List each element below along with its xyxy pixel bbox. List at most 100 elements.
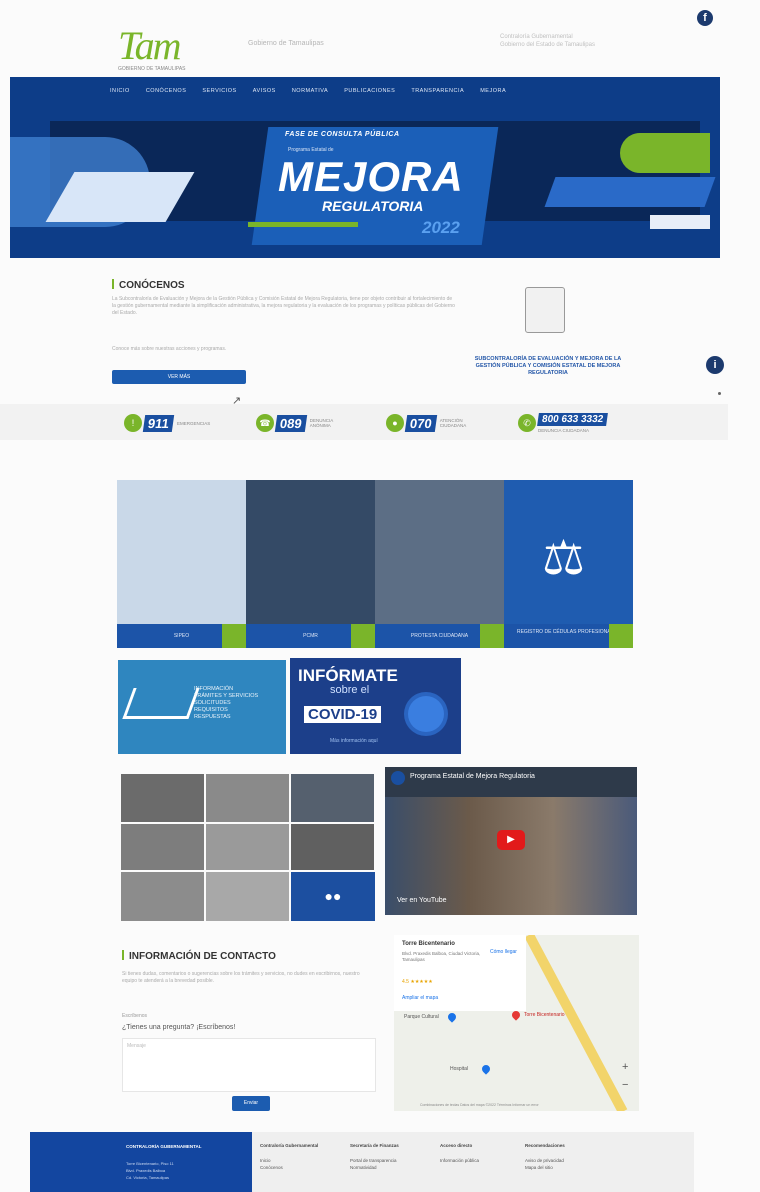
header-tagline: Gobierno de Tamaulipas bbox=[248, 40, 324, 47]
nav-item-conocenos[interactable]: CONÓCENOS bbox=[146, 88, 187, 94]
gallery-photo[interactable] bbox=[206, 774, 289, 822]
emergency-070[interactable]: ● 070 ATENCIÓN CIUDADANA bbox=[386, 412, 476, 434]
nav-item-normativa[interactable]: NORMATIVA bbox=[292, 88, 328, 94]
banner-line1: FASE DE CONSULTA PÚBLICA bbox=[285, 131, 400, 138]
covid-promo[interactable]: INFÓRMATE sobre el COVID-19 Más informac… bbox=[290, 658, 461, 754]
nav-item-servicios[interactable]: SERVICIOS bbox=[202, 88, 236, 94]
emergency-911[interactable]: ! 911 EMERGENCIAS bbox=[124, 412, 213, 434]
nav-item-inicio[interactable]: INICIO bbox=[110, 88, 130, 94]
photo-gallery: ●● bbox=[121, 774, 375, 921]
headset-icon: ✆ bbox=[518, 414, 536, 432]
tile-sipeo[interactable]: SIPEO bbox=[117, 480, 246, 648]
send-button[interactable]: Enviar bbox=[232, 1096, 270, 1111]
contact-label: Escríbenos bbox=[122, 1013, 148, 1019]
phone-icon: ☎ bbox=[256, 414, 274, 432]
covid-heading: INFÓRMATE bbox=[298, 666, 398, 685]
gallery-photo[interactable] bbox=[291, 824, 374, 870]
google-map[interactable]: Torre Bicentenario Blvd. Praxedis Balboa… bbox=[394, 935, 639, 1111]
tile-protesta[interactable]: PROTESTA CIUDADANA bbox=[375, 480, 504, 648]
map-directions-link[interactable]: Cómo llegar bbox=[490, 949, 517, 955]
about-heading: CONÓCENOS bbox=[112, 279, 185, 291]
nav-item-mejora[interactable]: MEJORA bbox=[480, 88, 506, 94]
hero-banner: INICIO CONÓCENOS SERVICIOS AVISOS NORMAT… bbox=[10, 77, 720, 258]
alert-icon: ! bbox=[124, 414, 142, 432]
covid-sobre: sobre el bbox=[330, 684, 370, 696]
video-embed[interactable]: Programa Estatal de Mejora Regulatoria ▶… bbox=[385, 767, 637, 915]
footer-blue-block: CONTRALORÍA GUBERNAMENTAL Torre Bicenten… bbox=[30, 1132, 252, 1192]
banner-shape-right bbox=[620, 133, 710, 173]
tile-pcmr[interactable]: PCMR bbox=[246, 480, 375, 648]
nav-item-transparencia[interactable]: TRANSPARENCIA bbox=[411, 88, 464, 94]
scroll-dot bbox=[718, 392, 721, 395]
footer-link[interactable]: Portal de transparencia bbox=[350, 1157, 399, 1164]
map-attribution: Combinaciones de teclas Datos del mapa ©… bbox=[420, 1103, 539, 1107]
banner-title: MEJORA bbox=[278, 153, 464, 200]
banner-subtitle: REGULATORIA bbox=[322, 198, 424, 214]
gallery-photo[interactable] bbox=[291, 774, 374, 822]
footer-link[interactable]: Normatividad bbox=[350, 1164, 399, 1171]
banner-year: 2022 bbox=[422, 218, 460, 237]
logo-subtitle: GOBIERNO DE TAMAULIPAS bbox=[118, 66, 186, 72]
footer-link[interactable]: Conócenos bbox=[260, 1164, 318, 1171]
map-enlarge-link[interactable]: Ampliar el mapa bbox=[402, 995, 438, 1001]
message-textarea[interactable]: Mensaje bbox=[122, 1038, 376, 1092]
footer-link[interactable]: Información pública bbox=[440, 1157, 479, 1164]
gallery-photo[interactable] bbox=[206, 824, 289, 870]
scales-icon: ⚖ bbox=[542, 532, 586, 585]
contact-question: ¿Tienes una pregunta? ¡Escríbenos! bbox=[122, 1024, 236, 1031]
zoom-in-button[interactable]: + bbox=[622, 1061, 628, 1073]
site-logo[interactable]: Tam GOBIERNO DE TAMAULIPAS bbox=[118, 26, 208, 73]
tile-cedulas[interactable]: ⚖ REGISTRO DE CÉDULAS PROFESIONALES bbox=[504, 480, 633, 648]
state-seal-logo bbox=[525, 287, 565, 333]
play-button-icon[interactable]: ▶ bbox=[497, 830, 525, 850]
covid-label: COVID-19 bbox=[304, 706, 382, 723]
footer-link[interactable]: Inicio bbox=[260, 1157, 318, 1164]
gallery-photo[interactable] bbox=[121, 872, 204, 921]
footer-col-1: Contraloría Gubernamental Inicio Conócen… bbox=[260, 1143, 319, 1171]
tramites-logo-icon bbox=[122, 688, 200, 719]
virus-icon bbox=[408, 696, 444, 732]
main-nav: INICIO CONÓCENOS SERVICIOS AVISOS NORMAT… bbox=[10, 77, 720, 105]
header-right-text: Contraloría Gubernamental Gobierno del E… bbox=[500, 34, 595, 48]
map-pin-icon[interactable] bbox=[446, 1011, 458, 1023]
emergency-089[interactable]: ☎ 089 DENUNCIA ANÓNIMA bbox=[256, 412, 346, 434]
user-icon: ● bbox=[386, 414, 404, 432]
banner-accent-bar bbox=[248, 222, 358, 227]
map-pin-icon[interactable] bbox=[480, 1063, 492, 1075]
tramites-list: INFORMACIÓN TRÁMITES Y SERVICIOS SOLICIT… bbox=[194, 686, 259, 720]
map-info-card: Torre Bicentenario Blvd. Praxedis Balboa… bbox=[394, 935, 526, 1011]
channel-avatar bbox=[391, 771, 405, 785]
footer-col-3: Acceso directo Información pública bbox=[440, 1143, 480, 1164]
map-pin-label: Torre Bicentenario bbox=[524, 1012, 565, 1018]
banner-shape-right2 bbox=[544, 177, 716, 207]
youtube-link[interactable]: Ver en YouTube bbox=[397, 897, 447, 904]
flickr-icon[interactable]: ●● bbox=[291, 872, 375, 921]
service-tiles: SIPEO PCMR PROTESTA CIUDADANA ⚖ REGISTRO… bbox=[117, 480, 633, 648]
contact-heading: INFORMACIÓN DE CONTACTO bbox=[122, 950, 276, 962]
footer-col-2: Secretaría de Finanzas Portal de transpa… bbox=[350, 1143, 399, 1171]
gallery-photo[interactable] bbox=[121, 824, 204, 870]
emergency-strip: ! 911 EMERGENCIAS ☎ 089 DENUNCIA ANÓNIMA… bbox=[0, 404, 728, 440]
footer-link[interactable]: Aviso de privacidad bbox=[525, 1157, 565, 1164]
about-text: La Subcontraloría de Evaluación y Mejora… bbox=[112, 296, 455, 316]
tramites-promo[interactable]: INFORMACIÓN TRÁMITES Y SERVICIOS SOLICIT… bbox=[118, 660, 286, 754]
covid-footer: Más información aquí bbox=[330, 738, 378, 744]
nav-item-publicaciones[interactable]: PUBLICACIONES bbox=[344, 88, 395, 94]
zoom-out-button[interactable]: − bbox=[622, 1079, 628, 1091]
facebook-icon[interactable]: f bbox=[697, 10, 713, 26]
info-icon[interactable]: i bbox=[706, 356, 724, 374]
map-pin-icon[interactable] bbox=[510, 1009, 522, 1021]
ver-mas-button[interactable]: VER MÁS bbox=[112, 370, 246, 384]
logo-text: Tam bbox=[118, 23, 181, 68]
footer-link[interactable]: Mapa del sitio bbox=[525, 1164, 565, 1171]
emergency-800[interactable]: ✆ 800 633 3332 DENUNCIA CIUDADANA bbox=[518, 412, 609, 434]
site-footer: CONTRALORÍA GUBERNAMENTAL Torre Bicenten… bbox=[30, 1132, 694, 1192]
about-text-2: Conoce más sobre nuestras acciones y pro… bbox=[112, 346, 227, 352]
footer-col-4: Recomendaciones Aviso de privacidad Mapa… bbox=[525, 1143, 565, 1171]
gallery-photo[interactable] bbox=[121, 774, 204, 822]
nav-item-avisos[interactable]: AVISOS bbox=[253, 88, 276, 94]
video-title: Programa Estatal de Mejora Regulatoria bbox=[410, 773, 535, 780]
map-road bbox=[524, 935, 628, 1111]
gallery-photo[interactable] bbox=[206, 872, 289, 921]
seal-caption: SUBCONTRALORÍA DE EVALUACIÓN Y MEJORA DE… bbox=[474, 356, 622, 376]
